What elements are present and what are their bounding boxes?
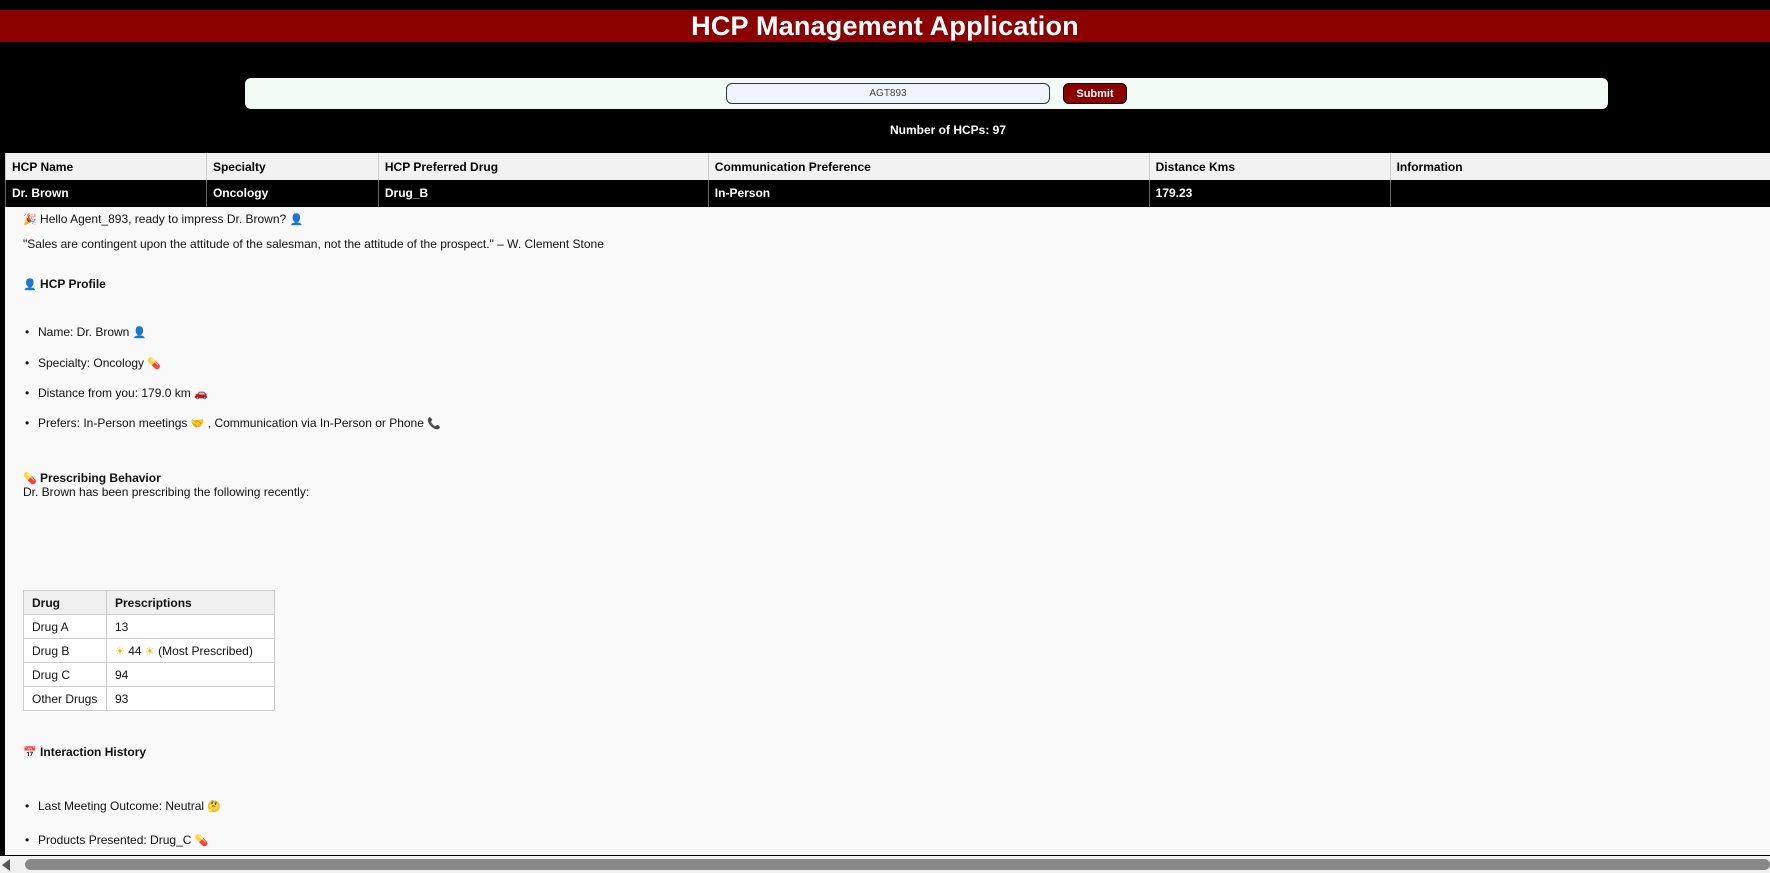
- profile-distance: Distance from you: 179.0 km: [38, 386, 191, 400]
- greeting-text: Hello Agent_893, ready to impress Dr. Br…: [40, 212, 287, 226]
- sun-icon: ☀: [115, 645, 125, 658]
- column-header: Prescriptions: [106, 590, 275, 615]
- table-row: Drug B ☀ 44 ☀ (Most Prescribed): [23, 638, 275, 663]
- table-row: Drug C 94: [23, 662, 275, 687]
- prescriptions-value: 44: [128, 643, 142, 658]
- doctor-icon: 👤: [132, 327, 147, 339]
- phone-icon: 📞: [427, 418, 441, 430]
- motivational-quote: "Sales are contingent upon the attitude …: [23, 237, 604, 251]
- column-header[interactable]: Specialty: [205, 153, 379, 180]
- hcp-information-panel: 🎉 Hello Agent_893, ready to impress Dr. …: [5, 207, 1770, 855]
- prescribing-behavior-title: 💊 Prescribing Behavior: [23, 471, 161, 485]
- party-icon: 🎉: [23, 214, 37, 226]
- interaction-history-title: 📅 Interaction History: [23, 745, 146, 759]
- hcp-table: HCP Name Specialty HCP Preferred Drug Co…: [5, 153, 1770, 208]
- specialty-cell: Oncology: [205, 180, 379, 208]
- interaction-title-text: Interaction History: [40, 745, 147, 759]
- hcp-count: Number of HCPs: 97: [889, 123, 1007, 137]
- preferred-drug-cell: Drug_B: [377, 180, 709, 208]
- table-row: Other Drugs 93: [23, 686, 275, 711]
- prescriptions-cell: 13: [106, 614, 275, 639]
- agent-id-input[interactable]: [726, 83, 1050, 104]
- hcp-profile-title-text: HCP Profile: [40, 277, 106, 291]
- profile-specialty: Specialty: Oncology: [38, 356, 145, 370]
- calendar-icon: 📅: [23, 747, 37, 759]
- table-row[interactable]: Dr. Brown Oncology Drug_B In-Person 179.…: [5, 180, 1770, 208]
- column-header[interactable]: Information: [1389, 153, 1770, 180]
- prescribing-intro: Dr. Brown has been prescribing the follo…: [23, 485, 310, 499]
- column-header[interactable]: HCP Name: [5, 153, 207, 180]
- prescribing-title-text: Prescribing Behavior: [40, 471, 161, 485]
- drug-cell: Other Drugs: [23, 686, 107, 711]
- drug-cell: Drug B: [23, 638, 107, 663]
- hcp-name-cell: Dr. Brown: [5, 180, 207, 208]
- pill-icon: 💊: [194, 835, 209, 847]
- handshake-icon: 🤝: [190, 418, 205, 430]
- greeting: 🎉 Hello Agent_893, ready to impress Dr. …: [23, 212, 303, 226]
- column-header[interactable]: HCP Preferred Drug: [377, 153, 709, 180]
- column-header[interactable]: Communication Preference: [707, 153, 1150, 180]
- pill-icon: 💊: [23, 473, 37, 485]
- car-icon: 🚗: [194, 388, 208, 400]
- profile-prefers: Prefers: In-Person meetings: [38, 416, 188, 430]
- communication-cell: In-Person: [707, 180, 1150, 208]
- list-item: Name: Dr. Brown 👤: [25, 325, 147, 339]
- list-item: Products Presented: Drug_C 💊: [25, 833, 209, 847]
- column-header: Drug: [23, 590, 107, 615]
- prescriptions-table: Drug Prescriptions Drug A 13 Drug B ☀ 44…: [23, 590, 275, 711]
- prescriptions-cell: 93: [106, 686, 275, 711]
- information-cell[interactable]: [1389, 180, 1770, 208]
- list-item: Distance from you: 179.0 km 🚗: [25, 386, 208, 400]
- table-row: Drug A 13: [23, 614, 275, 639]
- horizontal-scrollbar[interactable]: [0, 856, 1770, 873]
- distance-cell: 179.23: [1148, 180, 1391, 208]
- list-item: Last Meeting Outcome: Neutral 🤔: [25, 799, 222, 813]
- profile-communication: , Communication via In-Person or Phone: [207, 416, 424, 430]
- agent-search-panel: Submit: [245, 78, 1608, 109]
- profile-name: Name: Dr. Brown: [38, 325, 130, 339]
- doctor-icon: 👤: [289, 214, 304, 226]
- most-prescribed-note: (Most Prescribed): [158, 643, 253, 658]
- list-item: Specialty: Oncology 💊: [25, 356, 162, 370]
- drug-cell: Drug A: [23, 614, 107, 639]
- person-icon: 👤: [23, 279, 37, 291]
- products-presented: Products Presented: Drug_C: [38, 833, 192, 847]
- pill-icon: 💊: [147, 358, 162, 370]
- list-item: Prefers: In-Person meetings 🤝 , Communic…: [25, 416, 441, 430]
- app-title: HCP Management Application: [691, 11, 1079, 41]
- hcp-table-header-row: HCP Name Specialty HCP Preferred Drug Co…: [5, 153, 1770, 180]
- scroll-left-arrow-icon[interactable]: [2, 859, 10, 871]
- table-row: Drug Prescriptions: [23, 590, 275, 615]
- prescriptions-cell: ☀ 44 ☀ (Most Prescribed): [106, 638, 275, 663]
- app-header: HCP Management Application: [0, 10, 1770, 42]
- prescriptions-cell: 94: [106, 662, 275, 687]
- drug-cell: Drug C: [23, 662, 107, 687]
- column-header[interactable]: Distance Kms: [1148, 153, 1391, 180]
- submit-button[interactable]: Submit: [1063, 83, 1127, 104]
- last-meeting-outcome: Last Meeting Outcome: Neutral: [38, 799, 205, 813]
- thinking-face-icon: 🤔: [207, 801, 222, 813]
- hcp-profile-title: 👤 HCP Profile: [23, 277, 106, 291]
- sun-icon: ☀: [144, 645, 155, 658]
- scrollbar-thumb[interactable]: [25, 859, 1770, 870]
